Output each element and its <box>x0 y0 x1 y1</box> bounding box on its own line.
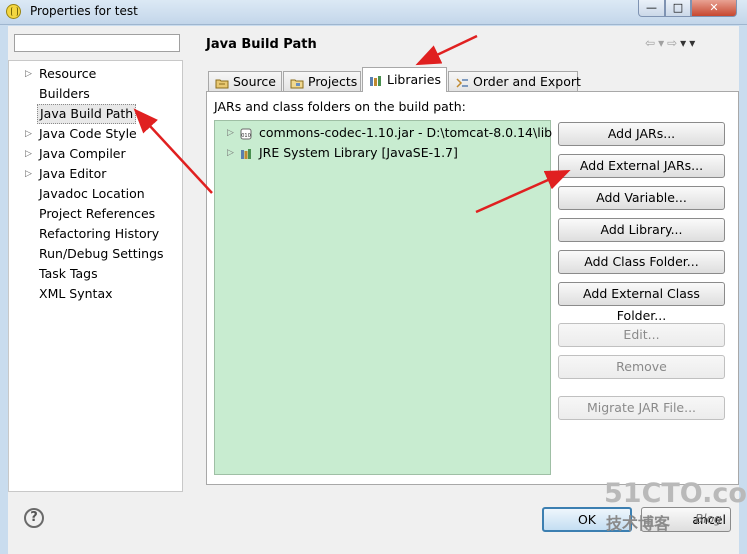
sidebar-item-label: Refactoring History <box>39 226 160 241</box>
library-list[interactable]: ▷ 010 commons-codec-1.10.jar - D:\tomcat-8… <box>214 120 553 475</box>
property-pages-tree: ▷ Resource Builders Java Build Path ▷ Java Co… <box>8 60 183 492</box>
expand-arrow-icon[interactable]: ▷ <box>227 144 234 162</box>
back-menu-icon[interactable]: ▾ <box>658 36 667 50</box>
migrate-jar-file-button[interactable]: Migrate JAR File... <box>558 396 725 420</box>
add-jars-button[interactable]: Add JARs... <box>558 122 725 146</box>
minimize-button[interactable]: — <box>638 0 665 17</box>
page-title: Java Build Path <box>206 37 317 52</box>
sidebar-item-label: Project References <box>39 206 156 221</box>
jar-icon: 010 <box>240 127 252 140</box>
library-label: commons-codec-1.10.jar - D:\tomcat-8.0.1… <box>259 125 553 140</box>
expand-arrow-icon[interactable]: ▷ <box>25 165 35 183</box>
tab-label: Projects <box>308 74 358 89</box>
sidebar-item-label: Java Build Path <box>37 104 137 124</box>
maximize-button[interactable]: □ <box>665 0 691 17</box>
panel-label: JARs and class folders on the build path… <box>214 99 466 114</box>
tab-label: Order and Export <box>473 74 581 89</box>
library-label: JRE System Library [JavaSE-1.7] <box>259 145 458 160</box>
view-menu-icon[interactable]: ▾ <box>689 36 698 50</box>
sidebar-item-label: Javadoc Location <box>39 186 145 201</box>
tab-label: Source <box>233 74 276 89</box>
tab-order-and-export[interactable]: Order and Export <box>448 71 581 91</box>
projects-folder-icon <box>290 75 304 89</box>
source-folder-icon <box>215 75 229 89</box>
sidebar-item-label: Resource <box>39 66 97 81</box>
close-button[interactable]: ✕ <box>691 0 737 17</box>
sidebar-item-label: XML Syntax <box>39 286 113 301</box>
watermark-blog: Blog <box>695 512 722 526</box>
window-title: Properties for test <box>30 4 138 18</box>
sidebar-item-label: Run/Debug Settings <box>39 246 164 261</box>
page-navigation: ⇦▾⇨▾▾ <box>645 36 698 50</box>
back-arrow-icon[interactable]: ⇦ <box>645 36 658 50</box>
filter-input[interactable] <box>14 34 180 52</box>
libraries-icon <box>369 71 383 86</box>
library-icon <box>240 147 252 159</box>
add-variable-button[interactable]: Add Variable... <box>558 186 725 210</box>
tab-label: Libraries <box>387 72 441 87</box>
sidebar-item-label: Java Editor <box>39 166 107 181</box>
expand-arrow-icon[interactable]: ▷ <box>25 125 35 143</box>
add-external-class-folder-button[interactable]: Add External Class Folder... <box>558 282 725 323</box>
sidebar-item-label: Java Compiler <box>39 146 126 161</box>
sidebar-item-label: Builders <box>39 86 90 101</box>
svg-text:010: 010 <box>241 133 251 139</box>
window-titlebar: Properties for test — □ ✕ <box>0 0 747 25</box>
add-class-folder-button[interactable]: Add Class Folder... <box>558 250 725 274</box>
tab-source[interactable]: Source <box>208 71 282 91</box>
add-external-jars-button[interactable]: Add External JARs... <box>558 154 725 178</box>
sidebar-item-label: Task Tags <box>39 266 98 281</box>
order-export-icon <box>455 75 469 88</box>
expand-arrow-icon[interactable]: ▷ <box>25 65 35 83</box>
tab-projects[interactable]: Projects <box>283 71 361 91</box>
help-icon[interactable]: ? <box>24 508 44 528</box>
watermark-site: 51CTO.com <box>604 478 747 509</box>
eclipse-app-icon <box>6 4 21 19</box>
tab-libraries[interactable]: Libraries <box>362 67 447 92</box>
expand-arrow-icon[interactable]: ▷ <box>227 124 234 142</box>
watermark-subtitle: 技术博客 <box>606 514 671 533</box>
forward-menu-icon[interactable]: ▾ <box>680 36 689 50</box>
sidebar-item-label: Java Code Style <box>39 126 137 141</box>
expand-arrow-icon[interactable]: ▷ <box>25 145 35 163</box>
add-library-button[interactable]: Add Library... <box>558 218 725 242</box>
remove-button[interactable]: Remove <box>558 355 725 379</box>
edit-button[interactable]: Edit... <box>558 323 725 347</box>
forward-arrow-icon[interactable]: ⇨ <box>667 36 680 50</box>
